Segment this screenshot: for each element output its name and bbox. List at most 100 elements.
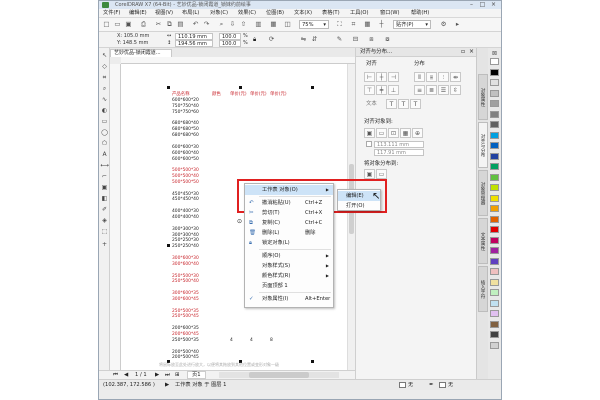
color-swatch[interactable]	[490, 257, 499, 265]
color-swatch[interactable]	[490, 89, 499, 97]
close-docker-icon[interactable]: ×	[469, 48, 474, 56]
height-field[interactable]: 194.56 mm	[175, 40, 213, 47]
new-icon[interactable]: □	[102, 20, 111, 29]
menu-text[interactable]: 文本(X)	[294, 9, 312, 18]
horizontal-scrollbar[interactable]	[219, 372, 339, 378]
menu-window[interactable]: 窗口(W)	[380, 9, 400, 18]
lock-ratio-icon[interactable]: 🔒︎	[253, 36, 256, 44]
page-center-icon[interactable]: ⊡	[388, 128, 399, 138]
context-menu-item[interactable]: 顺序(O) ▶	[245, 251, 333, 261]
specified-point-icon[interactable]: ⊕	[412, 128, 423, 138]
last-page-icon[interactable]: ⏭	[165, 372, 170, 379]
context-menu-item[interactable]: ⧉ 复制(C) Ctrl+C	[245, 218, 333, 228]
page-edge-icon[interactable]: ▭	[376, 128, 387, 138]
grid-icon[interactable]: ▦	[363, 20, 372, 29]
tab-text-properties[interactable]: 文本属性	[478, 218, 488, 264]
context-menu-item[interactable]: ✂ 剪切(T) Ctrl+X	[245, 208, 333, 218]
color-swatch[interactable]	[490, 194, 499, 202]
tab-align-distribute[interactable]: 对齐与分布	[478, 122, 488, 168]
color-swatch[interactable]	[490, 289, 499, 296]
text-baseline-icon[interactable]: T	[410, 99, 421, 109]
color-swatch[interactable]	[490, 341, 499, 349]
tab-insert-character[interactable]: 插入字符	[478, 266, 488, 312]
context-menu-item[interactable]: 🔒︎ 锁定对象(L)	[245, 238, 333, 248]
cut-toolbar-icon[interactable]: ✂	[154, 20, 163, 29]
interactive-fill-icon[interactable]: ◈	[100, 216, 109, 225]
minimize-icon[interactable]: –	[466, 1, 477, 9]
color-swatch[interactable]	[490, 205, 499, 212]
distribute-bottom-icon[interactable]: ☰	[438, 85, 449, 95]
distribute-left-icon[interactable]: ⫴	[414, 72, 425, 82]
color-swatch[interactable]	[490, 163, 499, 170]
ellipse-tool-icon[interactable]: ◯	[100, 128, 109, 137]
specified-x-field[interactable]: 113.111 mm	[374, 141, 424, 148]
publish-pdf-icon[interactable]: ▥	[254, 20, 263, 29]
crop-tool-icon[interactable]: ⌗	[100, 73, 109, 82]
align-center-horizontal-icon[interactable]: ┼	[376, 72, 387, 82]
play-icon[interactable]: ▶	[165, 381, 169, 390]
launch-icon[interactable]: ▸	[453, 20, 462, 29]
context-menu-item[interactable]: 颜色样式(R) ▶	[245, 271, 333, 281]
color-swatch[interactable]	[490, 226, 499, 233]
color-swatch[interactable]	[490, 236, 499, 244]
submenu-item-open[interactable]: 打开(O)	[338, 201, 380, 211]
distribute-top-icon[interactable]: ≡	[414, 85, 425, 95]
color-swatch[interactable]	[490, 58, 499, 65]
pin-icon[interactable]: ▫	[461, 48, 465, 56]
distribute-right-icon[interactable]: ⫶	[438, 72, 449, 82]
pick-tool-icon[interactable]: ↖	[100, 51, 109, 60]
color-swatch[interactable]	[490, 68, 499, 76]
color-swatch[interactable]	[490, 331, 499, 338]
menu-help[interactable]: 帮助(H)	[411, 9, 429, 18]
color-swatch[interactable]	[490, 79, 499, 86]
rotate-icon[interactable]: ⟳	[267, 35, 276, 44]
color-swatch[interactable]	[490, 215, 499, 223]
welcome-icon[interactable]: ◫	[283, 20, 292, 29]
width-field[interactable]: 110.19 mm	[175, 33, 213, 40]
next-page-icon[interactable]: ▶	[155, 372, 159, 379]
context-menu-item[interactable]: ↶ 撤消粘贴(U) Ctrl+Z	[245, 198, 333, 208]
menu-table[interactable]: 表格(T)	[322, 9, 340, 18]
distribute-selection-icon[interactable]: ▣	[364, 169, 375, 179]
specified-point-checkbox[interactable]	[366, 141, 372, 147]
active-objects-icon[interactable]: ▣	[364, 128, 375, 138]
zoom-tool-icon[interactable]: ⌕	[100, 84, 109, 93]
scale-x-field[interactable]: 100.0	[219, 33, 241, 40]
vertical-ruler[interactable]	[110, 64, 121, 370]
import-icon[interactable]: ⇩	[228, 20, 237, 29]
color-swatch[interactable]	[490, 100, 499, 107]
vertical-scrollbar[interactable]	[347, 64, 355, 370]
menu-file[interactable]: 文件(F)	[103, 9, 120, 18]
distribute-center-icon[interactable]: ⫵	[426, 72, 437, 82]
mirror-vertical-icon[interactable]: ⇵	[310, 35, 319, 44]
outline-pen-icon[interactable]: ✒	[429, 381, 434, 390]
rectangle-tool-icon[interactable]: ▭	[100, 117, 109, 126]
position-x[interactable]: X: 105.0 mm	[117, 33, 149, 40]
color-swatch[interactable]	[490, 142, 499, 149]
align-top-icon[interactable]: ⊤	[364, 85, 375, 95]
rulers-icon[interactable]: ⌗	[349, 20, 358, 29]
align-right-icon[interactable]: ⊣	[388, 72, 399, 82]
edit-icon[interactable]: ✎	[335, 35, 344, 44]
distribute-page-icon[interactable]: ▭	[376, 169, 387, 179]
menu-layout[interactable]: 布局(L)	[182, 9, 199, 18]
menu-effects[interactable]: 效果(C)	[238, 9, 256, 18]
add-tool-icon[interactable]: +	[100, 240, 109, 249]
color-swatch[interactable]	[490, 278, 499, 286]
smart-fill-icon[interactable]: ◐	[100, 106, 109, 115]
color-swatch[interactable]	[490, 184, 499, 191]
align-left-icon[interactable]: ⊢	[364, 72, 375, 82]
context-menu-item[interactable]: 对象样式(S) ▶	[245, 261, 333, 271]
color-swatch[interactable]	[490, 173, 499, 181]
guidelines-icon[interactable]: ┼	[377, 20, 386, 29]
close-icon[interactable]: ×	[488, 1, 499, 9]
no-color-icon[interactable]: ⊠	[490, 50, 499, 57]
export-icon[interactable]: ⇧	[239, 20, 248, 29]
horizontal-ruler[interactable]	[121, 57, 355, 64]
freehand-tool-icon[interactable]: ∿	[100, 95, 109, 104]
snap-to-select[interactable]: 贴齐(P) ▾	[393, 20, 431, 29]
zoom-level-select[interactable]: 75% ▾	[299, 20, 329, 29]
app-launcher-icon[interactable]: ▦	[269, 20, 278, 29]
transparency-icon[interactable]: ◧	[100, 194, 109, 203]
add-page-icon[interactable]: ⊞	[175, 372, 180, 379]
